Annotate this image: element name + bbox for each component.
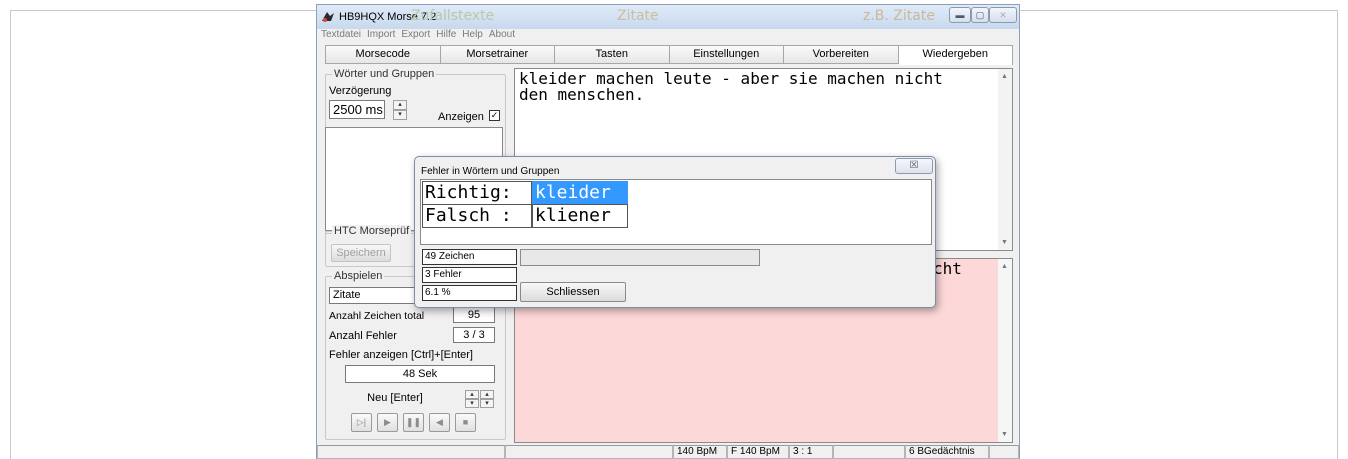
errors-value: 3 / 3 (453, 327, 495, 343)
rewind-icon[interactable]: ◀ (429, 413, 450, 432)
timer-display: 48 Sek (345, 365, 495, 383)
total-chars-label: Anzahl Zeichen total (329, 310, 425, 322)
dialog-chars-count: 49 Zeichen (422, 249, 517, 265)
dialog-comparison-panel: Richtig: kleider Falsch : kliener (420, 179, 932, 245)
delay-label: Verzögerung (329, 85, 392, 97)
play-icon[interactable]: ▶ (377, 413, 398, 432)
errors-dialog: Fehler in Wörtern und Gruppen ☒ Richtig:… (414, 156, 936, 308)
close-button[interactable]: ✕ (989, 7, 1017, 23)
stop-icon[interactable]: ■ (455, 413, 476, 432)
tab-morsecode[interactable]: Morsecode (325, 45, 441, 64)
show-checkbox[interactable]: ✓ (489, 110, 500, 121)
status-bar: 140 BpM F 140 BpM 3 : 1 6 BGedächtnis (317, 445, 1019, 459)
wrong-label: Falsch : (422, 204, 532, 228)
status-cell-6 (833, 445, 905, 459)
scroll-up-icon[interactable]: ▲ (1001, 73, 1008, 80)
status-cell-2 (505, 445, 673, 459)
tab-wiedergeben[interactable]: Wiedergeben (898, 45, 1013, 65)
menu-help[interactable]: Help (462, 29, 483, 40)
status-fbpm: F 140 BpM (727, 445, 789, 459)
errors-label: Anzahl Fehler (329, 330, 397, 342)
wrong-value: kliener (532, 204, 628, 228)
menu-import[interactable]: Import (367, 29, 395, 40)
total-chars-value: 95 (453, 307, 495, 323)
tab-strip: Morsecode Morsetrainer Tasten Einstellun… (325, 45, 1013, 65)
correct-label: Richtig: (422, 181, 532, 205)
words-groups-title: Wörter und Gruppen (332, 68, 437, 80)
status-cell-8 (989, 445, 1019, 459)
new-down-right-icon[interactable]: ▾ (480, 399, 494, 408)
scroll-down-icon[interactable]: ▼ (1001, 239, 1008, 246)
ghost-text-1: Zufallstexte (411, 8, 495, 24)
new-up-left-icon[interactable]: ▴ (465, 390, 479, 399)
show-label: Anzeigen (438, 111, 484, 123)
menu-bar: Textdatei Import Export Hilfe Help About (317, 29, 1019, 44)
title-bar[interactable]: HB9HQX Morse 7.2 Zufallstexte Zitate z.B… (317, 5, 1019, 29)
delay-up-arrow-icon[interactable]: ▴ (393, 100, 407, 110)
new-up-right-icon[interactable]: ▴ (480, 390, 494, 399)
bottom-scrollbar[interactable]: ▲ ▼ (998, 259, 1012, 442)
menu-hilfe[interactable]: Hilfe (436, 29, 456, 40)
menu-export[interactable]: Export (401, 29, 430, 40)
save-button[interactable]: Speichern (331, 244, 391, 262)
show-errors-hint: Fehler anzeigen [Ctrl]+[Enter] (329, 349, 473, 361)
play-start-icon[interactable]: ▷| (351, 413, 372, 432)
delay-input[interactable]: 2500 ms (329, 100, 385, 119)
tab-morsetrainer[interactable]: Morsetrainer (440, 45, 555, 64)
app-logo-icon (322, 12, 334, 22)
pause-icon[interactable]: ❚❚ (403, 413, 424, 432)
play-title: Abspielen (332, 270, 385, 282)
scroll-up-icon-2[interactable]: ▲ (1001, 263, 1008, 270)
play-source-select[interactable]: Zitate (329, 287, 415, 304)
dialog-close-button[interactable]: Schliessen (520, 282, 626, 302)
delay-down-arrow-icon[interactable]: ▾ (393, 110, 407, 120)
error-text-fragment: cht (933, 259, 962, 278)
status-memory: 6 BGedächtnis (905, 445, 989, 459)
morse-text: kleider machen leute - aber sie machen n… (519, 69, 953, 104)
tab-einstellungen[interactable]: Einstellungen (669, 45, 784, 64)
menu-about[interactable]: About (489, 29, 515, 40)
top-scrollbar[interactable]: ▲ ▼ (998, 69, 1012, 250)
new-down-left-icon[interactable]: ▾ (465, 399, 479, 408)
new-button[interactable]: Neu [Enter] (345, 390, 445, 409)
correct-value: kleider (532, 181, 628, 205)
dialog-title: Fehler in Wörtern und Gruppen (421, 166, 560, 177)
dialog-error-percent: 6.1 % (422, 285, 517, 301)
tab-tasten[interactable]: Tasten (555, 45, 670, 64)
ghost-text-2: Zitate (617, 8, 659, 24)
dialog-close-icon[interactable]: ☒ (895, 158, 933, 174)
scroll-down-icon-2[interactable]: ▼ (1001, 431, 1008, 438)
maximize-button[interactable]: ▢ (971, 7, 989, 23)
dialog-progress-bar (520, 249, 760, 266)
ghost-text-3: z.B. Zitate (863, 8, 935, 24)
dialog-errors-count: 3 Fehler (422, 267, 517, 283)
tab-vorbereiten[interactable]: Vorbereiten (784, 45, 899, 64)
status-ratio: 3 : 1 (789, 445, 833, 459)
minimize-button[interactable]: ▬ (949, 7, 971, 23)
htc-title: HTC Morseprüf (332, 225, 412, 237)
menu-textdatei[interactable]: Textdatei (321, 29, 361, 40)
status-cell-1 (317, 445, 505, 459)
status-bpm: 140 BpM (673, 445, 727, 459)
